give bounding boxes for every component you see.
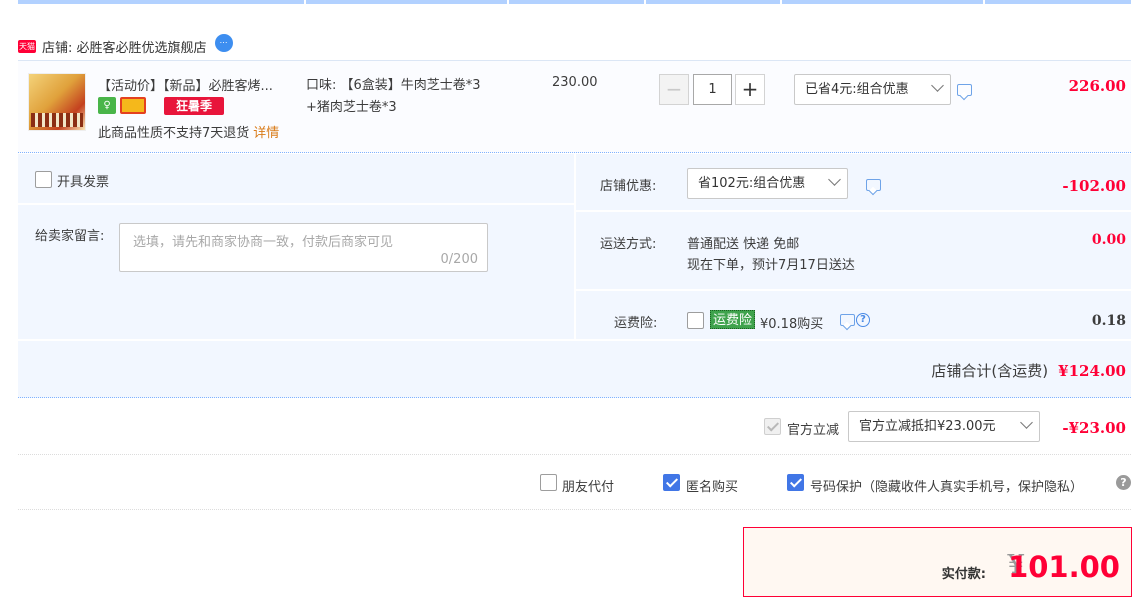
chevron-down-icon [828,173,841,186]
help-icon[interactable]: ? [856,313,870,327]
service-icon: ♀ [98,97,116,114]
product-thumbnail[interactable] [28,73,86,131]
sku-line-2: +猪肉芝士卷*3 [306,100,397,115]
shop-discount-amount: -102.00 [1062,177,1126,195]
shipping-label: 运送方式: [600,237,657,252]
official-discount-row: 官方立减 官方立减抵扣¥23.00元 -¥23.00 [18,399,1131,455]
item-subtotal: 226.00 [1068,77,1126,95]
return-policy-text: 此商品性质不支持7天退货 [98,126,250,141]
shipping-eta: 现在下单，预计7月17日送达 [687,258,855,273]
friend-pay-label[interactable]: 朋友代付 [562,476,614,495]
return-policy-detail-link[interactable]: 详情 [253,126,279,141]
product-title[interactable]: 【活动价】【新品】必胜客烤... [98,75,273,94]
official-discount-value: 官方立减抵扣¥23.00元 [859,419,996,434]
memo-label: 给卖家留言: [35,229,105,244]
shop-name[interactable]: 店铺: 必胜客必胜优选旗舰店 [42,37,207,56]
header-column-separator [507,0,509,4]
header-column-separator [304,0,306,4]
tmall-icon: 天猫 [18,39,36,53]
official-discount-label: 官方立减 [787,423,840,438]
shop-header: 天猫 店铺: 必胜客必胜优选旗舰店 ⋯ [18,34,233,56]
shop-total-amount: ¥124.00 [1058,361,1126,380]
header-column-separator [644,0,646,4]
insurance-checkbox[interactable] [687,312,704,329]
sku-info: 口味: 【6盒装】牛肉芝士卷*3 +猪肉芝士卷*3 [306,75,536,119]
row-divider [18,339,1131,341]
header-divider-bar [18,0,1131,4]
order-options-panel: 开具发票 给卖家留言: 选填，请先和商家协商一致，付款后商家可见 0/200 店… [18,154,1131,398]
shipping-method: 普通配送 快递 免邮 [687,237,800,252]
header-column-separator [983,0,985,4]
promo-tag: 狂暑季 [164,97,224,115]
quantity-increase-button[interactable]: + [735,74,765,105]
memo-char-count: 0/200 [440,252,478,267]
item-discount-value: 已省4元:组合优惠 [805,82,909,97]
wangwang-chat-icon[interactable]: ⋯ [214,34,233,52]
official-discount-select[interactable]: 官方立减抵扣¥23.00元 [848,411,1040,442]
invoice-label[interactable]: 开具发票 [57,171,109,190]
chevron-down-icon [1020,416,1033,429]
anonymous-purchase-checkbox[interactable] [663,474,680,491]
shop-discount-value: 省102元:组合优惠 [698,176,806,191]
insurance-label: 运费险: [614,316,658,331]
column-divider [574,154,576,341]
sku-line-1: 口味: 【6盒装】牛肉芝士卷*3 [306,78,481,93]
shipping-amount: 0.00 [1091,232,1126,248]
insurance-amount: 0.18 [1091,313,1126,329]
total-amount: 101.00 [1008,550,1120,584]
insurance-badge: 运费险 [710,310,756,329]
comment-icon[interactable] [957,84,972,96]
card-payment-icon [120,97,146,114]
total-payment-box: 实付款: ¥ 101.00 [743,527,1132,597]
row-divider [576,289,1131,291]
invoice-checkbox[interactable] [35,171,52,188]
number-protect-checkbox[interactable] [787,474,804,491]
memo-placeholder: 选填，请先和商家协商一致，付款后商家可见 [133,235,394,250]
shop-discount-select[interactable]: 省102元:组合优惠 [687,168,848,199]
shop-total: 店铺合计(含运费) ¥124.00 [931,360,1126,381]
total-label: 实付款: [941,567,986,582]
memo-textarea[interactable]: 选填，请先和商家协商一致，付款后商家可见 0/200 [119,223,488,272]
order-item-row: 【活动价】【新品】必胜客烤... ♀ 狂暑季 此商品性质不支持7天退货 详情 口味… [18,60,1131,153]
insurance-price-text: ¥0.18购买 [760,317,824,332]
official-discount-amount: -¥23.00 [1062,419,1126,437]
number-protect-label[interactable]: 号码保护（隐藏收件人真实手机号，保护隐私） [810,476,1083,495]
quantity-input[interactable]: 1 [693,74,732,105]
shop-discount-label: 店铺优惠: [600,179,657,194]
friend-pay-checkbox[interactable] [540,474,557,491]
unit-price: 230.00 [552,75,598,90]
shop-total-label: 店铺合计(含运费) [931,362,1049,380]
quantity-decrease-button[interactable]: − [659,74,689,105]
help-icon[interactable]: ? [1116,475,1131,490]
item-discount-select[interactable]: 已省4元:组合优惠 [794,74,951,105]
comment-icon[interactable] [840,314,855,326]
payment-options-row: 朋友代付 匿名购买 号码保护（隐藏收件人真实手机号，保护隐私） ? [18,455,1131,510]
chevron-down-icon [931,79,944,92]
official-discount-checkbox[interactable] [764,418,781,435]
row-divider [576,210,1131,212]
comment-icon[interactable] [866,179,881,191]
header-column-separator [780,0,782,4]
product-thumbnail-pack-graphic [31,113,83,127]
return-policy-note: 此商品性质不支持7天退货 详情 [98,122,279,141]
anonymous-purchase-label[interactable]: 匿名购买 [686,476,738,495]
